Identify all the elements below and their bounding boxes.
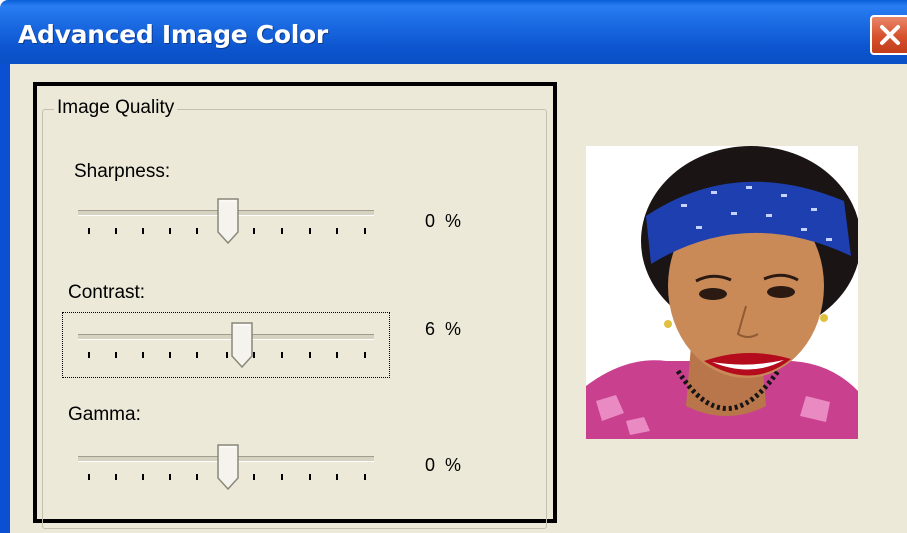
window-title: Advanced Image Color <box>18 20 328 49</box>
gamma-label: Gamma: <box>68 404 141 425</box>
group-title: Image Quality <box>54 97 178 119</box>
preview-image <box>586 146 858 439</box>
close-button[interactable] <box>870 15 907 55</box>
slider-thumb[interactable] <box>231 322 253 368</box>
title-bar[interactable]: Advanced Image Color <box>0 0 907 64</box>
slider-track <box>78 334 374 340</box>
contrast-value: 6 % <box>425 319 462 339</box>
portrait-illustration <box>586 146 858 439</box>
slider-thumb[interactable] <box>217 444 239 490</box>
sharpness-label: Sharpness: <box>74 161 171 182</box>
gamma-slider[interactable] <box>78 444 378 490</box>
contrast-label: Contrast: <box>68 282 146 303</box>
contrast-slider[interactable] <box>78 322 378 368</box>
close-icon <box>880 25 900 45</box>
sharpness-value: 0 % <box>425 211 462 231</box>
sharpness-slider[interactable] <box>78 198 378 244</box>
slider-ticks <box>78 352 378 360</box>
slider-thumb[interactable] <box>217 198 239 244</box>
advanced-image-color-dialog: Advanced Image Color Image Quality Sharp… <box>0 0 907 533</box>
window-frame-left <box>0 64 10 533</box>
gamma-value: 0 % <box>425 455 462 475</box>
